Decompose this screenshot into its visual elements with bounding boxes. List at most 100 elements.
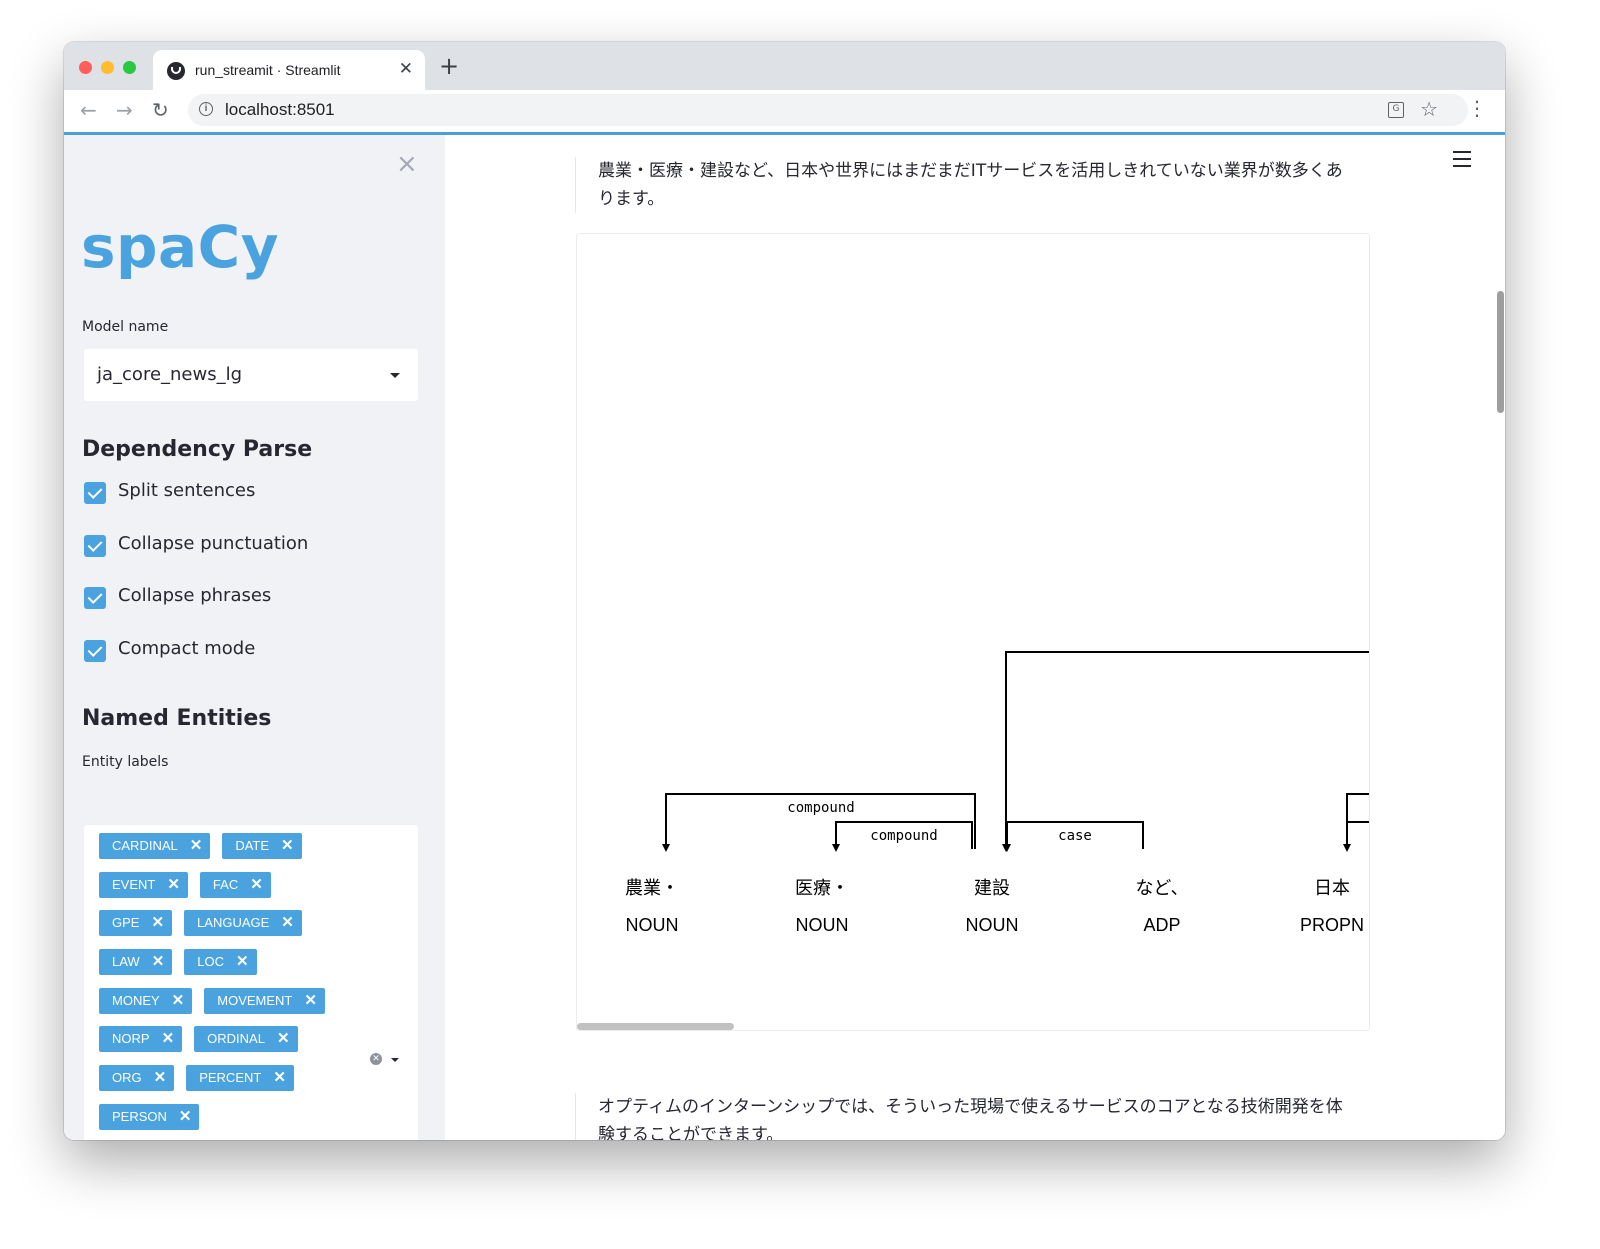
checkbox-checked-icon[interactable] — [84, 640, 106, 662]
checkbox-checked-icon[interactable] — [84, 482, 106, 504]
dependency-arc-root — [1005, 651, 1369, 844]
token-word: 農業・ — [625, 878, 679, 899]
browser-tab[interactable]: run_streamit · Streamlit ✕ — [153, 50, 425, 90]
entity-tag[interactable]: ORG ✕ — [99, 1065, 175, 1092]
horizontal-scrollbar[interactable] — [577, 1023, 734, 1030]
checkbox-label: Split sentences — [118, 480, 256, 501]
hamburger-menu-icon[interactable] — [1453, 151, 1471, 172]
checkbox-label: Compact mode — [118, 638, 256, 659]
remove-tag-icon[interactable]: ✕ — [273, 1069, 286, 1086]
entity-tag-label: LANGUAGE — [197, 915, 270, 931]
chevron-down-icon — [390, 373, 400, 378]
remove-tag-icon[interactable]: ✕ — [190, 837, 203, 854]
token-word: 医療・ — [795, 878, 849, 899]
named-entities-heading: Named Entities — [82, 706, 272, 731]
checkbox-checked-icon[interactable] — [84, 535, 106, 557]
token-pos-tag: NOUN — [966, 915, 1019, 935]
entity-tag-label: EVENT — [112, 876, 156, 892]
remove-tag-icon[interactable]: ✕ — [304, 992, 317, 1009]
remove-tag-icon[interactable]: ✕ — [236, 953, 249, 970]
maximize-window-button[interactable] — [123, 61, 136, 74]
sidebar: × spaCy Model name ja_core_news_lg Depen… — [64, 135, 445, 1140]
remove-tag-icon[interactable]: ✕ — [172, 992, 185, 1009]
entity-tag-label: FAC — [212, 876, 239, 892]
token-word: 日本 — [1314, 878, 1350, 899]
arc-arrowhead — [1343, 844, 1351, 852]
arc-arrowhead — [832, 844, 840, 852]
browser-menu-icon[interactable]: ⋮ — [1467, 96, 1487, 120]
entity-labels-label: Entity labels — [82, 754, 169, 770]
entity-tag-label: ORDINAL — [207, 1031, 265, 1047]
entity-labels-multiselect[interactable]: CARDINAL ✕ DATE ✕EVENT ✕ FAC ✕GPE ✕ LANGUAGE ✕LAW… — [84, 825, 418, 1140]
token-word: 建設 — [974, 878, 1010, 899]
entity-tag-label: LAW — [112, 954, 140, 970]
remove-tag-icon[interactable]: ✕ — [162, 1030, 175, 1047]
entity-tag[interactable]: NORP ✕ — [99, 1026, 183, 1053]
model-select[interactable]: ja_core_news_lg — [84, 349, 418, 401]
entity-tag[interactable]: LOC ✕ — [184, 949, 257, 976]
arc-label: compound — [870, 828, 937, 844]
forward-arrow-icon[interactable]: → — [116, 98, 133, 122]
remove-tag-icon[interactable]: ✕ — [154, 1069, 167, 1086]
dependency-arc-partial — [1346, 793, 1369, 844]
entity-tag[interactable]: LANGUAGE ✕ — [184, 910, 302, 937]
vertical-scrollbar[interactable] — [1497, 291, 1504, 413]
entity-tag[interactable]: DATE ✕ — [222, 833, 302, 859]
entity-tag[interactable]: LAW ✕ — [99, 949, 173, 976]
remove-tag-icon[interactable]: ✕ — [152, 953, 165, 970]
remove-tag-icon[interactable]: ✕ — [277, 1030, 290, 1047]
entity-tag-label: MONEY — [112, 992, 160, 1008]
entity-tag[interactable]: PERSON ✕ — [99, 1103, 200, 1130]
token-pos-tag: ADP — [1143, 915, 1180, 935]
address-bar[interactable]: i localhost:8501 G ☆ — [188, 94, 1468, 126]
bookmark-star-icon[interactable]: ☆ — [1420, 97, 1438, 121]
streamlit-app: × spaCy Model name ja_core_news_lg Depen… — [64, 135, 1505, 1140]
arc-arrowhead — [662, 844, 670, 852]
sentence-text-1: 農業・医療・建設など、日本や世界にはまだまだITサービスを活用しきれていない業界… — [575, 157, 1358, 213]
checkbox-checked-icon[interactable] — [84, 587, 106, 609]
chevron-down-icon[interactable] — [391, 1058, 399, 1062]
entity-tag[interactable]: FAC ✕ — [199, 871, 271, 898]
remove-tag-icon[interactable]: ✕ — [179, 1108, 192, 1125]
entity-tag[interactable]: EVENT ✕ — [99, 871, 188, 898]
entity-tag-list: CARDINAL ✕ DATE ✕EVENT ✕ FAC ✕GPE ✕ LANGUAGE ✕LAW… — [99, 833, 339, 1140]
entity-tag-label: PERSON — [112, 1108, 167, 1124]
info-icon[interactable]: i — [199, 102, 213, 116]
tab-close-icon[interactable]: ✕ — [399, 59, 413, 79]
remove-tag-icon[interactable]: ✕ — [167, 876, 180, 893]
checkbox-label: Collapse punctuation — [118, 533, 309, 554]
reload-icon[interactable]: ↻ — [152, 98, 169, 122]
new-tab-button[interactable]: + — [439, 52, 459, 80]
minimize-window-button[interactable] — [101, 61, 114, 74]
remove-tag-icon[interactable]: ✕ — [250, 876, 263, 893]
token-pos-tag: NOUN — [796, 915, 849, 935]
remove-tag-icon[interactable]: ✕ — [151, 914, 164, 931]
model-name-label: Model name — [82, 319, 169, 335]
model-select-value: ja_core_news_lg — [97, 364, 243, 385]
entity-tag-label: LOC — [197, 954, 225, 970]
entity-tag[interactable]: ORDINAL ✕ — [194, 1026, 298, 1053]
entity-tag-label: DATE — [235, 838, 270, 853]
entity-tag-label: GPE — [112, 915, 140, 931]
dependency-tree-svg: 農業・ NOUN 医療・ NOUN 建設 NOUN など、 ADP 日本 PROPN compoun… — [625, 651, 1369, 935]
dependency-visualization[interactable]: 農業・ NOUN 医療・ NOUN 建設 NOUN など、 ADP 日本 PROPN compoun… — [576, 233, 1370, 1031]
entity-tag[interactable]: PERCENT ✕ — [186, 1065, 294, 1092]
streamlit-favicon-icon — [167, 62, 185, 80]
remove-tag-icon[interactable]: ✕ — [281, 837, 294, 854]
entity-tag[interactable]: GPE ✕ — [99, 910, 173, 937]
entity-tag-label: PERCENT — [199, 1070, 262, 1086]
entity-tag[interactable]: CARDINAL ✕ — [99, 833, 211, 859]
dependency-parse-heading: Dependency Parse — [82, 437, 313, 462]
sentence-text-2: オプティムのインターンシップでは、そういった現場で使えるサービスのコアとなる技術… — [575, 1093, 1358, 1140]
close-window-button[interactable] — [79, 61, 92, 74]
back-arrow-icon[interactable]: ← — [80, 98, 97, 122]
translate-icon[interactable]: G — [1388, 102, 1404, 118]
entity-tag-label: MOVEMENT — [217, 992, 293, 1008]
remove-tag-icon[interactable]: ✕ — [281, 914, 294, 931]
clear-all-icon[interactable]: ✕ — [370, 1053, 382, 1065]
sidebar-close-icon[interactable]: × — [396, 149, 418, 179]
entity-tag[interactable]: MONEY ✕ — [99, 987, 193, 1014]
entity-tag[interactable]: MOVEMENT ✕ — [204, 987, 325, 1014]
browser-toolbar: ← → ↻ i localhost:8501 G ☆ ⋮ — [64, 90, 1505, 135]
url-text[interactable]: localhost:8501 — [225, 100, 335, 120]
